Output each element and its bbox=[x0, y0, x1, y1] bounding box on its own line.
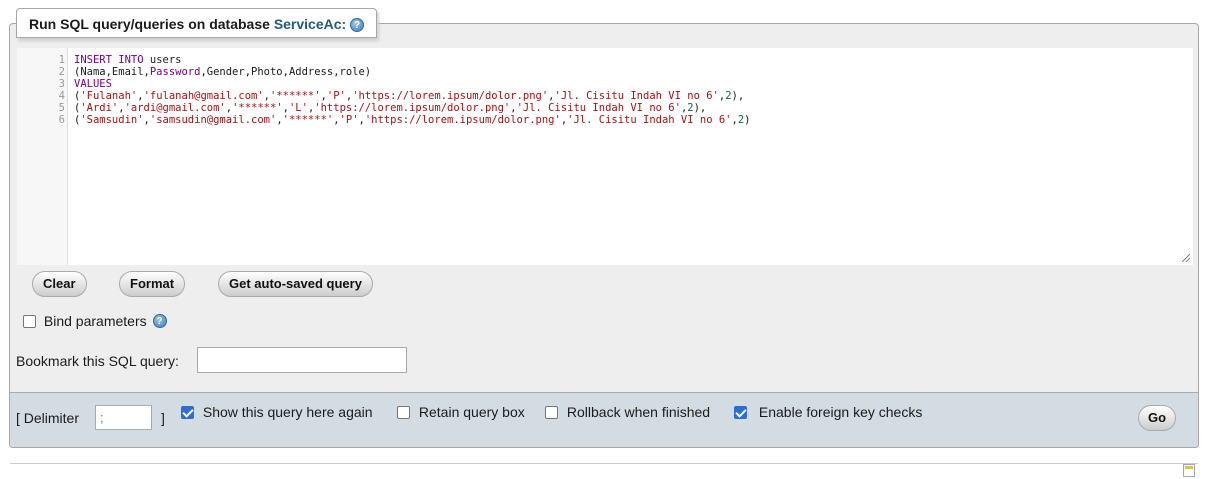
code-text: INSERT INTO users bbox=[74, 54, 181, 66]
bind-parameters-checkbox[interactable] bbox=[23, 314, 36, 328]
line-number: 5 bbox=[58, 102, 65, 114]
help-icon[interactable]: ? bbox=[152, 314, 167, 329]
code-token: INSERT INTO bbox=[74, 54, 144, 66]
delimiter-label-open: [ Delimiter bbox=[16, 410, 80, 426]
code-token: 'Jl. Cisitu Indah VI no 6' bbox=[516, 102, 681, 114]
code-token: users bbox=[143, 54, 182, 66]
code-token: ), bbox=[693, 102, 707, 114]
code-token: 'Samsudin' bbox=[80, 114, 144, 126]
code-token: 'Ardi' bbox=[80, 102, 119, 114]
code-token: 'Jl. Cisitu Indah VI no 6' bbox=[567, 114, 732, 126]
line-number: 6 bbox=[58, 114, 65, 126]
code-token: 'samsudin@gmail.com' bbox=[149, 114, 277, 126]
bind-parameters-label[interactable]: Bind parameters bbox=[44, 313, 147, 329]
code-token: 'Fulanah' bbox=[80, 90, 138, 102]
show-query-checkbox[interactable] bbox=[181, 405, 194, 419]
foreign-key-checks-label[interactable]: Enable foreign key checks bbox=[759, 404, 922, 420]
foreign-key-checks-checkbox[interactable] bbox=[734, 405, 747, 419]
code-token: 'ardi@gmail.com' bbox=[124, 102, 226, 114]
line-number: 1 bbox=[58, 54, 65, 66]
resize-handle-icon[interactable] bbox=[1182, 254, 1190, 262]
panel-title-text: Run SQL query/queries on database bbox=[29, 16, 270, 32]
retain-query-box-option: Retain query box bbox=[397, 403, 525, 420]
show-query-label[interactable]: Show this query here again bbox=[203, 404, 373, 420]
line-number: 2 bbox=[58, 66, 65, 78]
code-token: 'Jl. Cisitu Indah VI no 6' bbox=[554, 90, 719, 102]
code-text: ('Ardi','ardi@gmail.com','******','L','h… bbox=[74, 102, 706, 114]
code-text: ('Fulanah','fulanah@gmail.com','******',… bbox=[74, 90, 744, 102]
retain-query-box-checkbox[interactable] bbox=[397, 405, 410, 419]
code-token: 'fulanah@gmail.com' bbox=[143, 90, 264, 102]
retain-query-box-label[interactable]: Retain query box bbox=[419, 404, 525, 420]
rollback-option: Rollback when finished bbox=[545, 403, 710, 420]
help-icon[interactable]: ? bbox=[350, 18, 365, 33]
code-token: '******' bbox=[232, 102, 283, 114]
get-auto-saved-query-button[interactable]: Get auto-saved query bbox=[218, 271, 373, 297]
bookmark-input[interactable] bbox=[197, 347, 407, 373]
code-token: 'https://lorem.ipsum/dolor.png' bbox=[314, 102, 511, 114]
code-token: VALUES bbox=[74, 78, 112, 90]
code-token: ,Gender,Photo,Address,role) bbox=[200, 66, 372, 78]
code-token: '******' bbox=[282, 114, 334, 126]
rollback-checkbox[interactable] bbox=[545, 405, 558, 419]
go-button[interactable]: Go bbox=[1138, 405, 1177, 431]
format-button[interactable]: Format bbox=[119, 271, 186, 297]
line-number: 4 bbox=[58, 90, 65, 102]
code-token: 'P' bbox=[326, 90, 346, 102]
line-number: 3 bbox=[58, 78, 65, 90]
database-name-link[interactable]: ServiceAc: bbox=[274, 16, 346, 32]
bind-parameters-row: Bind parameters ? bbox=[23, 312, 167, 329]
code-token: '******' bbox=[270, 90, 321, 102]
rollback-label[interactable]: Rollback when finished bbox=[567, 404, 710, 420]
notes-icon[interactable] bbox=[1183, 464, 1195, 477]
delimiter-input[interactable] bbox=[95, 405, 152, 430]
delimiter-label-close: ] bbox=[161, 410, 165, 426]
foreign-key-checks-option: Enable foreign key checks bbox=[734, 403, 922, 420]
code-token: 'L' bbox=[288, 102, 308, 114]
code-token: 'https://lorem.ipsum/dolor.png' bbox=[352, 90, 549, 102]
code-token: Password bbox=[149, 66, 201, 78]
code-text: ('Samsudin','samsudin@gmail.com','******… bbox=[74, 114, 751, 126]
code-token: 'https://lorem.ipsum/dolor.png' bbox=[364, 114, 561, 126]
code-token: 'P' bbox=[339, 114, 359, 126]
show-query-option: Show this query here again bbox=[181, 403, 373, 420]
code-token: ) bbox=[744, 114, 751, 126]
code-text: (Nama,Email,Password,Gender,Photo,Addres… bbox=[74, 66, 371, 78]
divider bbox=[10, 463, 1198, 464]
panel-title: Run SQL query/queries on database Servic… bbox=[16, 8, 378, 38]
code-token: (Nama,Email, bbox=[74, 66, 150, 78]
sql-editor[interactable]: 1 INSERT INTO users 2 (Nama,Email,Password,… bbox=[17, 48, 1193, 265]
code-text: VALUES bbox=[74, 78, 112, 90]
bookmark-label: Bookmark this SQL query: bbox=[16, 353, 179, 369]
code-token: ), bbox=[731, 90, 745, 102]
clear-button[interactable]: Clear bbox=[32, 271, 87, 297]
